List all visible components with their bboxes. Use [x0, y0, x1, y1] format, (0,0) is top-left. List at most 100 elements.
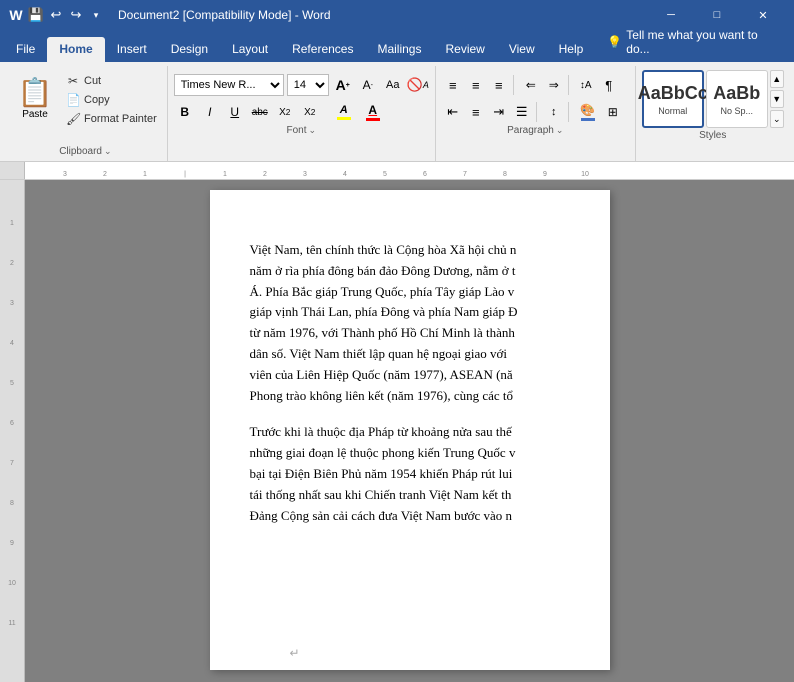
subscript-button[interactable]: X2 — [274, 101, 296, 123]
v-ruler-mark-11: 11 — [8, 620, 15, 627]
styles-scroll-up[interactable]: ▲ — [770, 70, 784, 88]
bold-button[interactable]: B — [174, 101, 196, 123]
ruler-mark-1r: 1 — [223, 171, 227, 178]
italic-button[interactable]: I — [199, 101, 221, 123]
align-right-button[interactable]: ⇥ — [488, 101, 510, 123]
v-ruler-mark-2: 2 — [10, 260, 14, 267]
paragraph-2: Trước khi là thuộc địa Pháp từ khoảng nử… — [250, 422, 570, 526]
quick-access-toolbar: W 💾 ↩ ↪ ▾ — [8, 7, 104, 23]
font-dialog-icon[interactable]: ⌄ — [308, 125, 316, 136]
ruler-mark-8r: 8 — [503, 171, 507, 178]
v-ruler-mark-5: 5 — [10, 380, 14, 387]
save-icon[interactable]: 💾 — [28, 7, 44, 23]
lightbulb-icon: 💡 — [607, 35, 622, 49]
text-highlight-button[interactable]: A — [331, 101, 357, 123]
document-scroll-area[interactable]: Việt Nam, tên chính thức là Cộng hòa Xã … — [25, 180, 794, 682]
ruler-mark-3r: 3 — [303, 171, 307, 178]
sort-button[interactable]: ↕A — [575, 74, 597, 96]
copy-button[interactable]: 📄 Copy — [62, 91, 161, 109]
title-bar-left: W 💾 ↩ ↪ ▾ Document2 [Compatibility Mode]… — [8, 7, 331, 23]
tab-view[interactable]: View — [497, 37, 547, 62]
increase-indent-button[interactable]: ⇒ — [543, 74, 565, 96]
tab-mailings[interactable]: Mailings — [365, 37, 433, 62]
line-spacing-button[interactable]: ↕ — [543, 101, 565, 123]
style-normal[interactable]: AaBbCc Normal — [642, 70, 704, 128]
document-page[interactable]: Việt Nam, tên chính thức là Cộng hòa Xã … — [210, 190, 610, 670]
shading-button[interactable]: 🎨 — [575, 101, 601, 123]
tab-help[interactable]: Help — [547, 37, 596, 62]
font-color-button[interactable]: A — [360, 101, 386, 123]
font-size-select[interactable]: 14 — [287, 74, 329, 96]
page-text-content[interactable]: Việt Nam, tên chính thức là Cộng hòa Xã … — [250, 240, 570, 526]
shading-color-bar — [581, 118, 595, 121]
ruler-mark-5r: 5 — [383, 171, 387, 178]
shrink-font-button[interactable]: A- — [357, 74, 379, 96]
format-painter-button[interactable]: 🖌 Format Painter — [62, 110, 161, 128]
ruler-mark-9r: 9 — [543, 171, 547, 178]
show-marks-button[interactable]: ¶ — [598, 74, 620, 96]
paragraph-group: ≡ ≡ ≡ ⇐ ⇒ ↕A ¶ ⇤ ≡ ⇥ ☰ ↕ 🎨 — [436, 66, 636, 161]
clear-formatting-button[interactable]: 🚫A — [407, 74, 429, 96]
align-left-button[interactable]: ⇤ — [442, 101, 464, 123]
customize-quick-access-icon[interactable]: ▾ — [88, 7, 104, 23]
redo-icon[interactable]: ↪ — [68, 7, 84, 23]
tab-file[interactable]: File — [4, 37, 47, 62]
clipboard-dialog-icon[interactable]: ⌄ — [104, 146, 112, 157]
paste-label: Paste — [22, 109, 48, 120]
ruler-mark-0: | — [184, 171, 186, 178]
font-name-select[interactable]: Times New R... — [174, 74, 284, 96]
font-top-row: Times New R... 14 A+ A- Aa 🚫A — [174, 70, 429, 96]
tab-references[interactable]: References — [280, 37, 365, 62]
cursor-mark: ↵ — [290, 646, 300, 660]
underline-button[interactable]: U — [224, 101, 246, 123]
v-ruler-mark-1: 1 — [10, 220, 14, 227]
ruler-mark-2r: 2 — [263, 171, 267, 178]
numbering-button[interactable]: ≡ — [465, 74, 487, 96]
v-ruler-mark-4: 4 — [10, 340, 14, 347]
v-ruler-mark-9: 9 — [10, 540, 14, 547]
superscript-button[interactable]: X2 — [299, 101, 321, 123]
tab-layout[interactable]: Layout — [220, 37, 280, 62]
clipboard-small-buttons: ✂ Cut 📄 Copy 🖌 Format Painter — [62, 68, 161, 128]
undo-icon[interactable]: ↩ — [48, 7, 64, 23]
tab-insert[interactable]: Insert — [105, 37, 159, 62]
clipboard-group: 📋 Paste ✂ Cut 📄 Copy 🖌 Format Painter — [4, 66, 168, 161]
font-group: Times New R... 14 A+ A- Aa 🚫A B I U abc … — [168, 66, 436, 161]
multilevel-list-button[interactable]: ≡ — [488, 74, 510, 96]
highlight-color-bar — [337, 117, 351, 120]
align-center-button[interactable]: ≡ — [465, 101, 487, 123]
bullets-button[interactable]: ≡ — [442, 74, 464, 96]
styles-group: AaBbCc Normal AaBb No Sp... ▲ ▼ ⌄ Styles — [636, 66, 790, 161]
grow-font-button[interactable]: A+ — [332, 74, 354, 96]
style-no-spacing[interactable]: AaBb No Sp... — [706, 70, 768, 128]
ruler-main: 3 2 1 | 1 2 3 4 5 6 7 8 9 10 — [25, 162, 794, 180]
borders-button[interactable]: ⊞ — [602, 101, 624, 123]
format-painter-icon: 🖌 — [66, 112, 80, 126]
shading-icon: 🎨 — [580, 103, 595, 117]
tab-design[interactable]: Design — [159, 37, 220, 62]
font-color-icon: A — [368, 103, 377, 117]
change-case-button[interactable]: Aa — [382, 74, 404, 96]
strikethrough-button[interactable]: abc — [249, 101, 271, 123]
tab-tellme[interactable]: 💡 Tell me what you want to do... — [595, 23, 790, 62]
tab-home[interactable]: Home — [47, 37, 104, 62]
v-ruler-mark-8: 8 — [10, 500, 14, 507]
normal-style-sample: AaBbCc — [638, 83, 708, 104]
cut-button[interactable]: ✂ Cut — [62, 72, 161, 90]
ribbon: 📋 Paste ✂ Cut 📄 Copy 🖌 Format Painter — [0, 62, 794, 162]
paragraph-dialog-icon[interactable]: ⌄ — [556, 125, 564, 136]
ruler-mark-3: 3 — [63, 171, 67, 178]
paragraph-bottom-row: ⇤ ≡ ⇥ ☰ ↕ 🎨 ⊞ — [442, 101, 624, 123]
v-ruler-mark-7: 7 — [10, 460, 14, 467]
clipboard-label: Clipboard ⌄ — [10, 144, 161, 159]
styles-more-button[interactable]: ⌄ — [770, 110, 784, 128]
styles-scroll-down[interactable]: ▼ — [770, 90, 784, 108]
title-text: Document2 [Compatibility Mode] - Word — [118, 8, 331, 22]
paste-button[interactable]: 📋 Paste — [10, 68, 60, 128]
styles-scroll-buttons: ▲ ▼ ⌄ — [770, 70, 784, 128]
tab-review[interactable]: Review — [433, 37, 496, 62]
decrease-indent-button[interactable]: ⇐ — [520, 74, 542, 96]
paragraph-label: Paragraph ⌄ — [442, 123, 629, 138]
font-mid-row: B I U abc X2 X2 A A — [174, 101, 429, 123]
justify-button[interactable]: ☰ — [511, 101, 533, 123]
